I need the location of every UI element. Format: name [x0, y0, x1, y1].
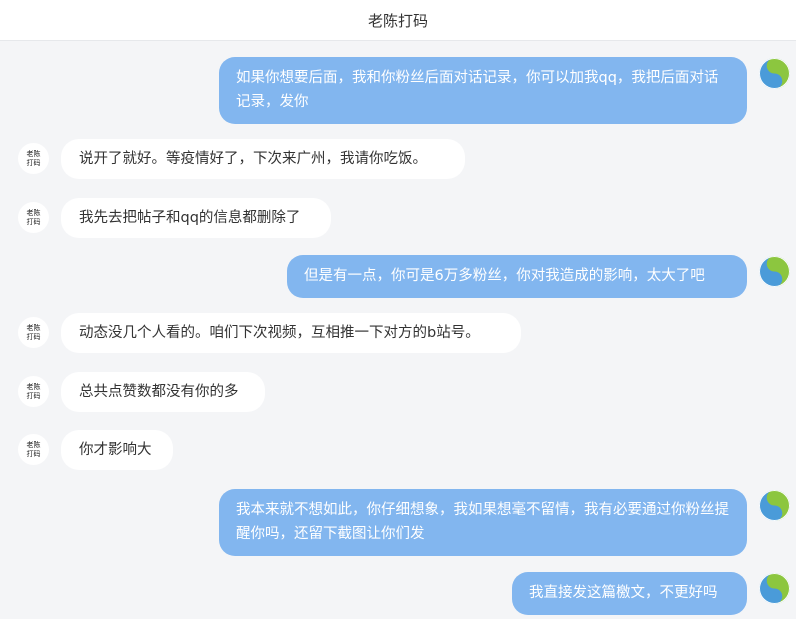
message-bubble-sent[interactable]: 我直接发这篇檄文，不更好吗: [512, 572, 747, 615]
message-bubble-received[interactable]: 我先去把帖子和qq的信息都删除了: [61, 198, 331, 238]
message-text: 总共点赞数都没有你的多: [79, 384, 239, 400]
message-bubble-sent[interactable]: 但是有一点，你可是6万多粉丝，你对我造成的影响，太大了吧: [287, 255, 747, 298]
user-avatar-icon[interactable]: [759, 490, 790, 521]
user-avatar-icon[interactable]: [759, 573, 790, 604]
message-text: 如果你想要后面，我和你粉丝后面对话记录，你可以加我qq，我把后面对话记录，发你: [236, 70, 719, 110]
message-text: 我本来就不想如此，你仔细想象，我如果想毫不留情，我有必要通过你粉丝提醒你吗，还留…: [236, 502, 729, 542]
message-text: 你才影响大: [79, 442, 152, 458]
message-bubble-received[interactable]: 总共点赞数都没有你的多: [61, 372, 265, 412]
message-bubble-received[interactable]: 说开了就好。等疫情好了，下次来广州，我请你吃饭。: [61, 139, 465, 179]
message-list[interactable]: 如果你想要后面，我和你粉丝后面对话记录，你可以加我qq，我把后面对话记录，发你 …: [0, 41, 796, 619]
contact-avatar-icon[interactable]: 老陈 打码: [18, 202, 49, 233]
contact-avatar-icon[interactable]: 老陈 打码: [18, 434, 49, 465]
message-text: 我直接发这篇檄文，不更好吗: [529, 585, 718, 601]
message-text: 说开了就好。等疫情好了，下次来广州，我请你吃饭。: [79, 151, 427, 167]
chat-window: 老陈打码 如果你想要后面，我和你粉丝后面对话记录，你可以加我qq，我把后面对话记…: [0, 0, 796, 619]
chat-header: 老陈打码: [0, 0, 796, 41]
message-text: 我先去把帖子和qq的信息都删除了: [79, 210, 301, 226]
contact-avatar-icon[interactable]: 老陈 打码: [18, 376, 49, 407]
message-bubble-received[interactable]: 动态没几个人看的。咱们下次视频，互相推一下对方的b站号。: [61, 313, 521, 353]
message-bubble-received[interactable]: 你才影响大: [61, 430, 173, 470]
user-avatar-icon[interactable]: [759, 58, 790, 89]
contact-avatar-icon[interactable]: 老陈 打码: [18, 317, 49, 348]
user-avatar-icon[interactable]: [759, 256, 790, 287]
chat-title: 老陈打码: [367, 11, 428, 30]
message-text: 动态没几个人看的。咱们下次视频，互相推一下对方的b站号。: [79, 325, 480, 341]
message-text: 但是有一点，你可是6万多粉丝，你对我造成的影响，太大了吧: [304, 268, 705, 284]
message-bubble-sent[interactable]: 如果你想要后面，我和你粉丝后面对话记录，你可以加我qq，我把后面对话记录，发你: [219, 57, 747, 124]
contact-avatar-icon[interactable]: 老陈 打码: [18, 143, 49, 174]
message-bubble-sent[interactable]: 我本来就不想如此，你仔细想象，我如果想毫不留情，我有必要通过你粉丝提醒你吗，还留…: [219, 489, 747, 556]
